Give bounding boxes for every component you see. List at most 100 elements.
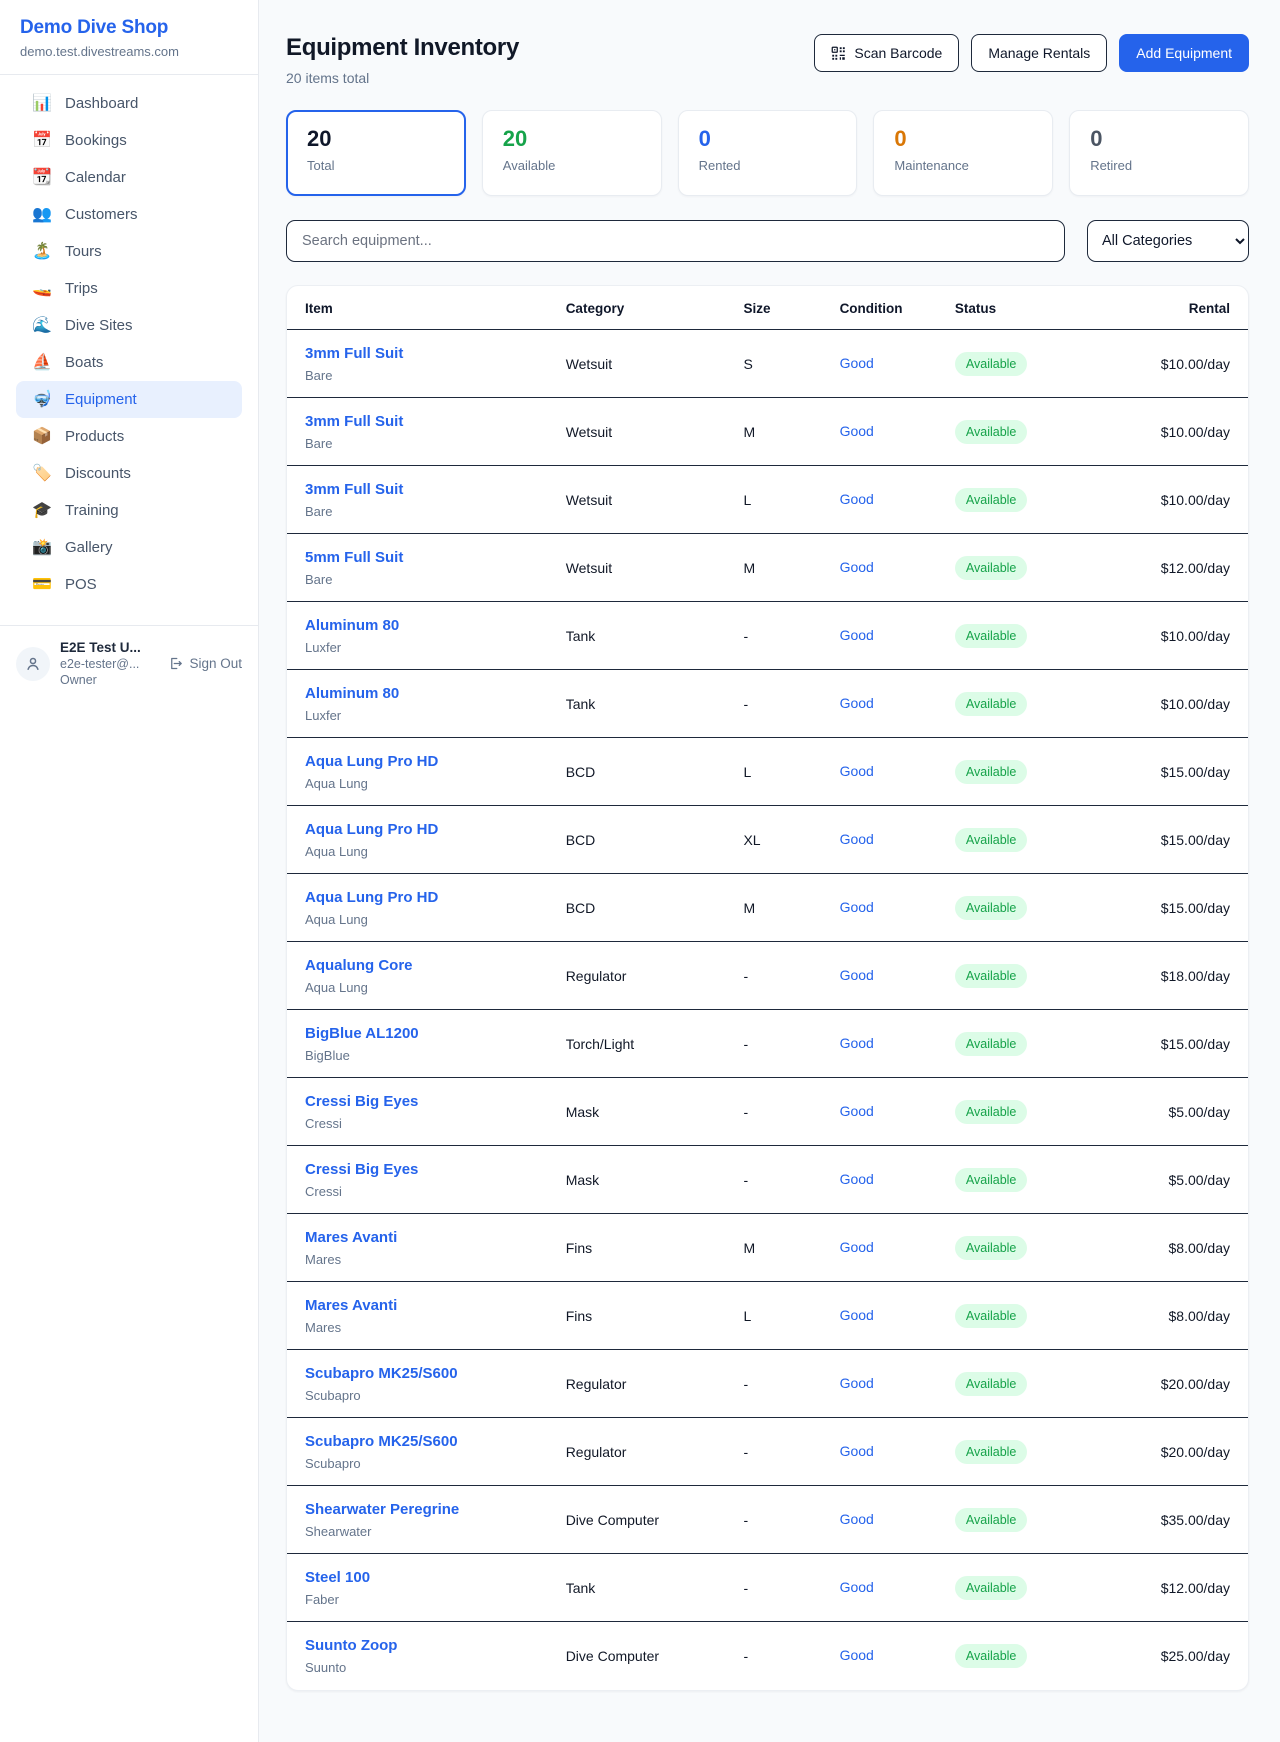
sign-out-button[interactable]: Sign Out xyxy=(168,656,242,671)
condition-link[interactable]: Good xyxy=(840,1647,874,1663)
sidebar-item-pos[interactable]: 💳POS xyxy=(16,566,242,603)
rental-rate: $20.00/day xyxy=(1109,1350,1248,1418)
item-brand: Shearwater xyxy=(305,1524,566,1539)
condition-link[interactable]: Good xyxy=(840,491,874,507)
condition-link[interactable]: Good xyxy=(840,627,874,643)
condition-link[interactable]: Good xyxy=(840,1375,874,1391)
stat-card-rented[interactable]: 0Rented xyxy=(678,110,858,196)
item-size: M xyxy=(743,398,839,466)
condition-link[interactable]: Good xyxy=(840,1579,874,1595)
item-link[interactable]: Mares Avanti xyxy=(305,1297,397,1314)
rental-rate: $35.00/day xyxy=(1109,1486,1248,1554)
sidebar-item-products[interactable]: 📦Products xyxy=(16,418,242,455)
table-row: 3mm Full SuitBareWetsuitSGoodAvailable$1… xyxy=(287,330,1248,398)
condition-link[interactable]: Good xyxy=(840,423,874,439)
item-link[interactable]: Aqua Lung Pro HD xyxy=(305,821,438,838)
rental-rate: $15.00/day xyxy=(1109,806,1248,874)
item-category: Dive Computer xyxy=(566,1622,744,1690)
sidebar-item-discounts[interactable]: 🏷️Discounts xyxy=(16,455,242,492)
sidebar-item-tours[interactable]: 🏝️Tours xyxy=(16,233,242,270)
condition-link[interactable]: Good xyxy=(840,1171,874,1187)
condition-link[interactable]: Good xyxy=(840,1035,874,1051)
filters-row: All Categories xyxy=(286,220,1249,262)
item-link[interactable]: 3mm Full Suit xyxy=(305,481,403,498)
item-link[interactable]: Aqualung Core xyxy=(305,957,413,974)
condition-link[interactable]: Good xyxy=(840,1511,874,1527)
sidebar-item-dive-sites[interactable]: 🌊Dive Sites xyxy=(16,307,242,344)
item-size: L xyxy=(743,1282,839,1350)
sidebar-item-training[interactable]: 🎓Training xyxy=(16,492,242,529)
sidebar-item-bookings[interactable]: 📅Bookings xyxy=(16,122,242,159)
sidebar-header: Demo Dive Shop demo.test.divestreams.com xyxy=(0,0,258,75)
item-size: M xyxy=(743,1214,839,1282)
condition-link[interactable]: Good xyxy=(840,831,874,847)
item-link[interactable]: Cressi Big Eyes xyxy=(305,1093,418,1110)
item-link[interactable]: Cressi Big Eyes xyxy=(305,1161,418,1178)
scan-barcode-button[interactable]: Scan Barcode xyxy=(814,34,959,72)
condition-link[interactable]: Good xyxy=(840,967,874,983)
condition-link[interactable]: Good xyxy=(840,1103,874,1119)
item-link[interactable]: Mares Avanti xyxy=(305,1229,397,1246)
item-link[interactable]: Steel 100 xyxy=(305,1569,370,1586)
condition-link[interactable]: Good xyxy=(840,559,874,575)
customers-icon: 👥 xyxy=(32,207,52,223)
condition-link[interactable]: Good xyxy=(840,899,874,915)
item-size: - xyxy=(743,1418,839,1486)
condition-link[interactable]: Good xyxy=(840,1443,874,1459)
item-link[interactable]: BigBlue AL1200 xyxy=(305,1025,419,1042)
column-header-size: Size xyxy=(743,286,839,330)
sidebar-item-calendar[interactable]: 📆Calendar xyxy=(16,159,242,196)
item-link[interactable]: Aqua Lung Pro HD xyxy=(305,753,438,770)
status-badge: Available xyxy=(955,420,1028,444)
sidebar-item-label: Bookings xyxy=(65,132,127,149)
add-equipment-button[interactable]: Add Equipment xyxy=(1119,34,1249,72)
condition-link[interactable]: Good xyxy=(840,1239,874,1255)
item-size: - xyxy=(743,1146,839,1214)
rental-rate: $8.00/day xyxy=(1109,1214,1248,1282)
sidebar-item-dashboard[interactable]: 📊Dashboard xyxy=(16,85,242,122)
sidebar-user-section: E2E Test U... e2e-tester@... Owner Sign … xyxy=(0,625,258,701)
item-size: S xyxy=(743,330,839,398)
search-input[interactable] xyxy=(286,220,1065,262)
condition-link[interactable]: Good xyxy=(840,1307,874,1323)
status-badge: Available xyxy=(955,1236,1028,1260)
item-size: XL xyxy=(743,806,839,874)
sidebar-item-equipment[interactable]: 🤿Equipment xyxy=(16,381,242,418)
table-row: Aqualung CoreAqua LungRegulator-GoodAvai… xyxy=(287,942,1248,1010)
column-header-item: Item xyxy=(287,286,566,330)
stat-card-total[interactable]: 20Total xyxy=(286,110,466,196)
item-link[interactable]: 3mm Full Suit xyxy=(305,413,403,430)
item-size: - xyxy=(743,1010,839,1078)
item-link[interactable]: Aluminum 80 xyxy=(305,617,399,634)
sidebar-item-trips[interactable]: 🚤Trips xyxy=(16,270,242,307)
status-badge: Available xyxy=(955,896,1028,920)
stat-card-retired[interactable]: 0Retired xyxy=(1069,110,1249,196)
stat-value: 20 xyxy=(503,126,641,152)
manage-rentals-button[interactable]: Manage Rentals xyxy=(971,34,1107,72)
item-link[interactable]: Aqua Lung Pro HD xyxy=(305,889,438,906)
item-link[interactable]: Aluminum 80 xyxy=(305,685,399,702)
condition-link[interactable]: Good xyxy=(840,695,874,711)
sidebar-item-boats[interactable]: ⛵Boats xyxy=(16,344,242,381)
item-category: Tank xyxy=(566,670,744,738)
rental-rate: $10.00/day xyxy=(1109,398,1248,466)
stat-card-maintenance[interactable]: 0Maintenance xyxy=(873,110,1053,196)
main-content: Equipment Inventory 20 items total xyxy=(259,0,1280,1742)
sidebar-item-customers[interactable]: 👥Customers xyxy=(16,196,242,233)
stat-card-available[interactable]: 20Available xyxy=(482,110,662,196)
item-link[interactable]: Scubapro MK25/S600 xyxy=(305,1433,458,1450)
item-link[interactable]: Scubapro MK25/S600 xyxy=(305,1365,458,1382)
equipment-table-card: ItemCategorySizeConditionStatusRental 3m… xyxy=(286,285,1249,1691)
status-badge: Available xyxy=(955,1508,1028,1532)
table-row: 3mm Full SuitBareWetsuitLGoodAvailable$1… xyxy=(287,466,1248,534)
item-link[interactable]: 3mm Full Suit xyxy=(305,345,403,362)
category-select[interactable]: All Categories xyxy=(1087,220,1249,262)
item-link[interactable]: Suunto Zoop xyxy=(305,1637,397,1654)
item-link[interactable]: 5mm Full Suit xyxy=(305,549,403,566)
item-link[interactable]: Shearwater Peregrine xyxy=(305,1501,459,1518)
condition-link[interactable]: Good xyxy=(840,763,874,779)
item-brand: Scubapro xyxy=(305,1388,566,1403)
sidebar-item-gallery[interactable]: 📸Gallery xyxy=(16,529,242,566)
item-category: Fins xyxy=(566,1214,744,1282)
condition-link[interactable]: Good xyxy=(840,355,874,371)
